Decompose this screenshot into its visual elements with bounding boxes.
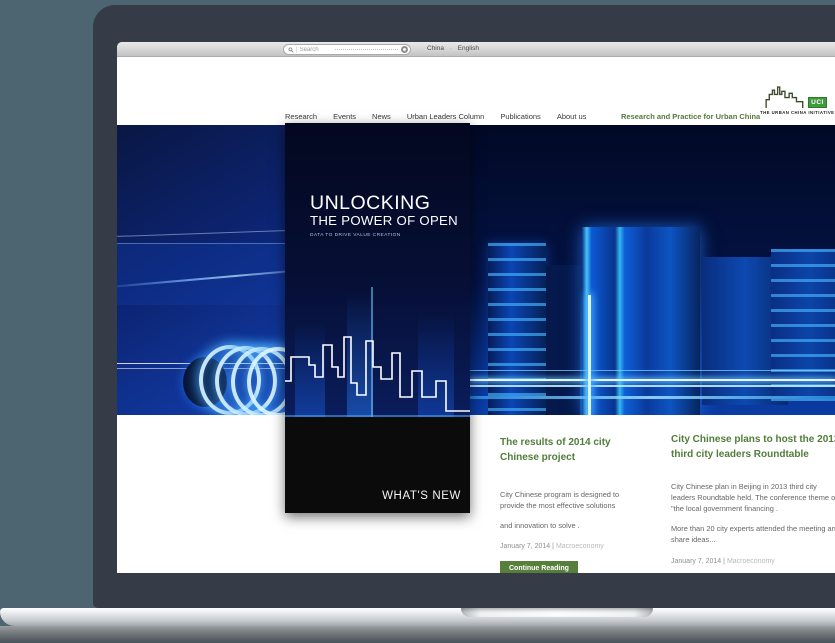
search-icon — [288, 47, 294, 53]
whats-new-label: WHAT'S NEW — [382, 490, 461, 502]
browser-toolbar: | China · English — [117, 42, 835, 57]
lang-china-link[interactable]: China — [427, 45, 444, 52]
search-input[interactable] — [300, 47, 334, 53]
article-paragraph: City Chinese program is designed to prov… — [500, 489, 624, 511]
article-date: January 7, 2014 — [671, 558, 721, 565]
hero-image-right — [470, 125, 835, 415]
hero-copy: UNLOCKING THE POWER OF OPEN DATA TO DRIV… — [310, 193, 458, 238]
search-dotted-rule — [335, 49, 398, 50]
city-skyline-outline-icon — [285, 333, 470, 417]
article-meta: January 7, 2014 | Macroeconomy — [671, 558, 835, 565]
lang-english-link[interactable]: English — [458, 45, 479, 52]
site-logo[interactable]: UCI THE URBAN CHINA INITIATIVE — [760, 85, 832, 115]
nav-item-urban-leaders-column[interactable]: Urban Leaders Column — [407, 112, 485, 121]
continue-reading-button[interactable]: Continue Reading — [500, 561, 578, 573]
logo-acronym: UCI — [808, 97, 827, 108]
laptop-thumb-scoop — [461, 608, 653, 617]
search-bar[interactable]: | — [283, 44, 411, 55]
hero-image-left — [117, 125, 285, 415]
article-paragraph: More than 20 city experts attended the m… — [671, 523, 835, 545]
language-switcher: China · English — [427, 45, 479, 52]
site-header: Research Events News Urban Leaders Colum… — [117, 58, 835, 125]
main-nav: Research Events News Urban Leaders Colum… — [285, 112, 586, 121]
site-tagline: Research and Practice for Urban China — [621, 112, 760, 121]
hero-feature-image: UNLOCKING THE POWER OF OPEN DATA TO DRIV… — [285, 123, 470, 417]
meta-separator: | — [723, 558, 725, 565]
logo-subtitle: THE URBAN CHINA INITIATIVE — [760, 110, 832, 115]
meta-separator: | — [552, 543, 554, 550]
nav-item-news[interactable]: News — [372, 112, 391, 121]
article-excerpt: City Chinese program is designed to prov… — [500, 489, 624, 531]
article-title-link[interactable]: City Chinese plans to host the 2013 thir… — [671, 432, 835, 462]
article-paragraph: City Chinese plan in Beijing in 2013 thi… — [671, 481, 835, 514]
whats-new-panel: WHAT'S NEW — [285, 417, 470, 513]
article-card: City Chinese plans to host the 2013 thir… — [671, 432, 835, 565]
laptop-screen: | China · English Research Events News U… — [117, 42, 835, 573]
laptop-base — [0, 608, 835, 626]
search-go-button[interactable] — [401, 46, 408, 53]
nav-item-research[interactable]: Research — [285, 112, 317, 121]
mockup-stage: | China · English Research Events News U… — [0, 0, 835, 643]
article-meta: January 7, 2014 | Macroeconomy — [500, 543, 652, 550]
article-date: January 7, 2014 — [500, 543, 550, 550]
article-excerpt: City Chinese plan in Beijing in 2013 thi… — [671, 481, 835, 546]
nav-item-about-us[interactable]: About us — [557, 112, 587, 121]
article-category-link[interactable]: Macroeconomy — [727, 558, 775, 565]
hero-feature-card[interactable]: UNLOCKING THE POWER OF OPEN DATA TO DRIV… — [285, 123, 470, 513]
article-category-link[interactable]: Macroeconomy — [556, 543, 604, 550]
laptop-base-shadow — [0, 626, 835, 643]
news-section: The results of 2014 city Chinese project… — [117, 415, 835, 573]
article-title-link[interactable]: The results of 2014 city Chinese project — [500, 435, 652, 465]
hero-banner: UNLOCKING THE POWER OF OPEN DATA TO DRIV… — [117, 125, 835, 415]
nav-item-publications[interactable]: Publications — [500, 112, 540, 121]
lang-separator: · — [450, 46, 452, 52]
hero-title-line2: THE POWER OF OPEN — [310, 213, 458, 228]
hero-title-line1: UNLOCKING — [310, 193, 458, 213]
article-card: The results of 2014 city Chinese project… — [500, 435, 652, 573]
article-paragraph: and innovation to solve . — [500, 520, 624, 531]
nav-item-events[interactable]: Events — [333, 112, 356, 121]
hero-subtitle: DATA TO DRIVE VALUE CREATION — [310, 233, 458, 238]
skyline-icon — [765, 85, 807, 108]
search-divider: | — [296, 47, 298, 53]
